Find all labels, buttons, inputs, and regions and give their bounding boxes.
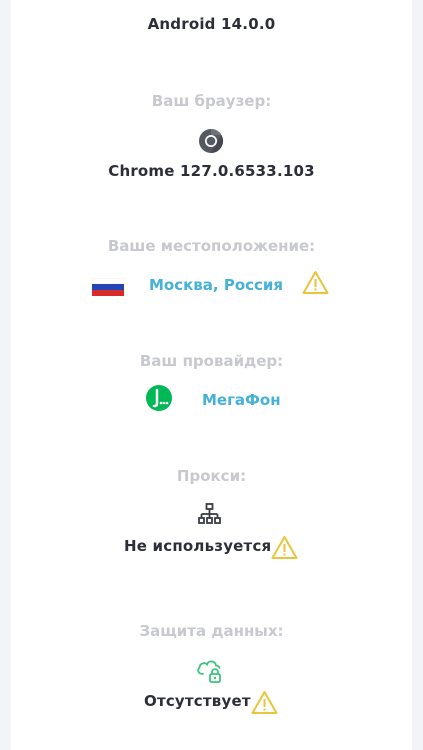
browser-value: Chrome 127.0.6533.103 [108,162,315,180]
provider-value[interactable]: МегаФон [202,391,281,409]
chrome-icon [198,128,224,154]
info-card: Android 14.0.0 Ваш браузер: Chrome 127.0… [11,0,412,750]
location-value[interactable]: Москва, Россия [149,276,283,294]
proxy-label: Прокси: [176,467,247,485]
proxy-value: Не используется [124,537,272,555]
network-icon [198,503,221,526]
cloud-lock-icon [195,656,225,684]
data-protection-label: Защита данных: [139,622,284,640]
location-warning-icon [302,270,329,295]
megafon-logo-icon [145,384,173,412]
location-label: Ваше местоположение: [107,237,316,255]
browser-label: Ваш браузер: [151,92,272,110]
provider-label: Ваш провайдер: [139,352,284,370]
os-value: Android 14.0.0 [147,15,276,33]
data-protection-value: Отсутствует [144,692,251,710]
proxy-warning-icon [271,535,298,560]
russia-flag-icon [92,278,124,296]
data-protection-warning-icon [251,690,278,715]
